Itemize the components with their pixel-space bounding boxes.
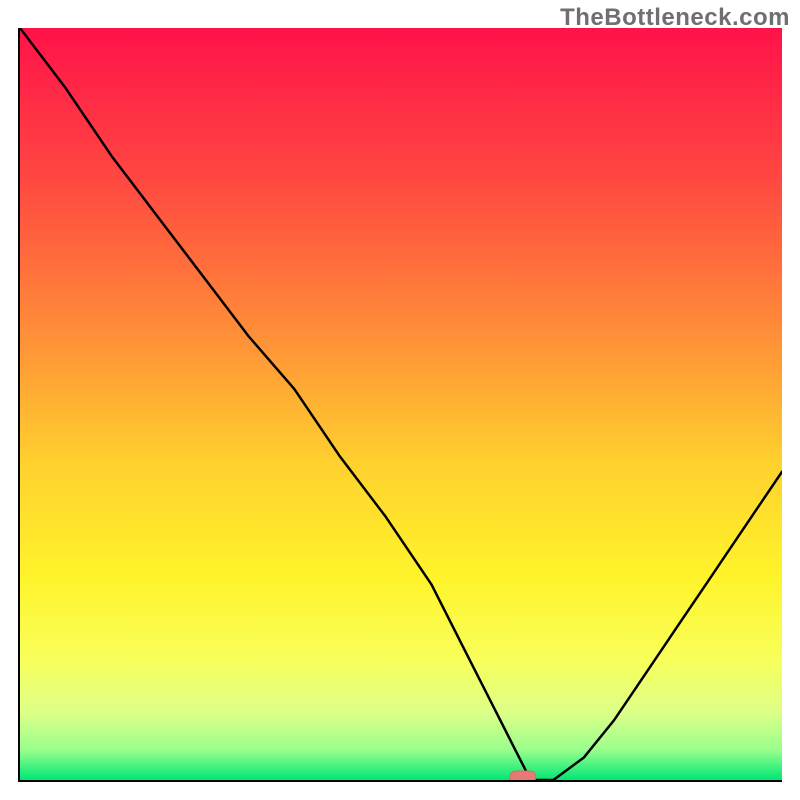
- plot-area: [18, 28, 782, 782]
- chart-svg: [20, 28, 782, 780]
- gradient-background: [20, 28, 782, 780]
- chart-stage: TheBottleneck.com: [0, 0, 800, 800]
- optimal-marker: [510, 771, 536, 780]
